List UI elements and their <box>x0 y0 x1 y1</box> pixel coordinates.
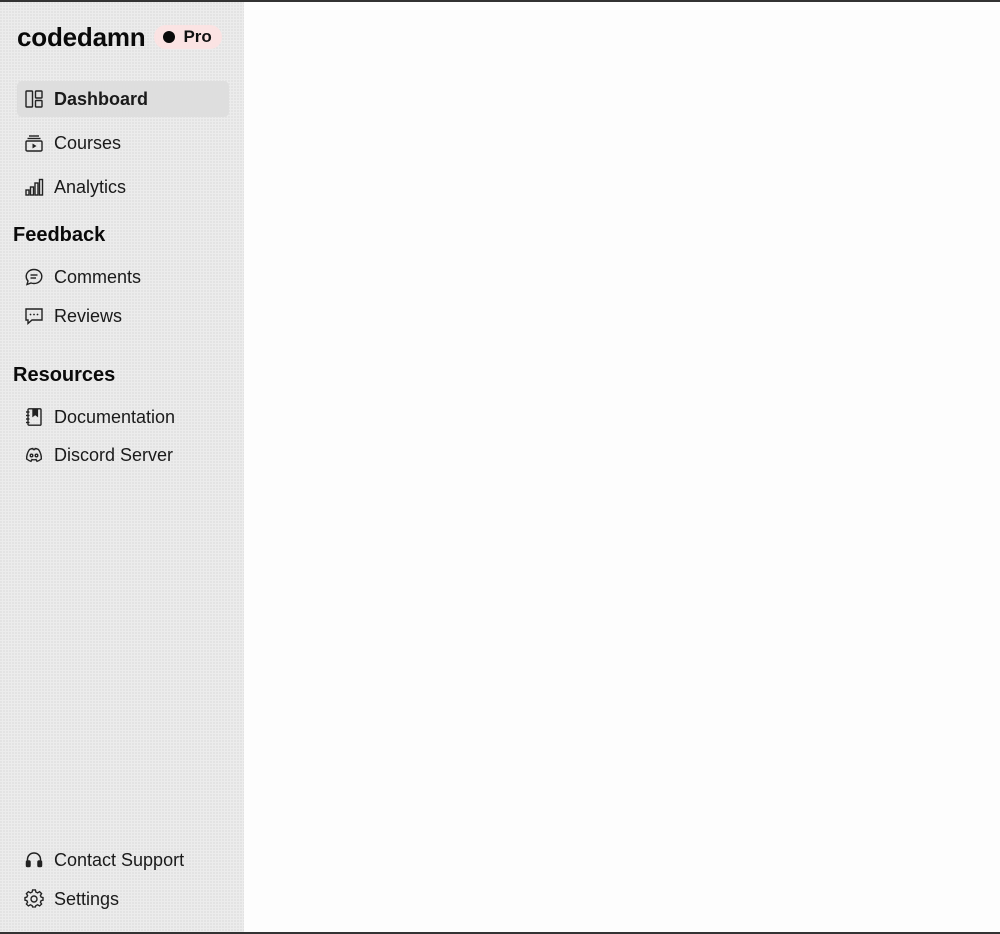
app-window: codedamn Pro Dashboard Courses Analytics… <box>0 0 1000 934</box>
sidebar-item-settings[interactable]: Settings <box>17 881 229 917</box>
sidebar-item-label: Courses <box>54 132 122 153</box>
analytics-icon <box>24 177 44 197</box>
main-content <box>244 2 1000 932</box>
sidebar-item-label: Dashboard <box>54 88 149 109</box>
sidebar-item-dashboard[interactable]: Dashboard <box>17 81 229 117</box>
sidebar-item-label: Documentation <box>54 406 176 427</box>
sidebar-item-label: Discord Server <box>54 444 174 465</box>
status-dot-icon <box>163 31 176 43</box>
sidebar-item-label: Reviews <box>54 305 123 326</box>
documentation-icon <box>24 407 44 427</box>
reviews-icon <box>24 306 44 326</box>
gear-icon <box>24 889 44 909</box>
brand: codedamn Pro <box>17 20 222 54</box>
pro-badge: Pro <box>154 25 222 49</box>
sidebar: codedamn Pro Dashboard Courses Analytics… <box>0 2 244 932</box>
sidebar-item-comments[interactable]: Comments <box>17 259 229 295</box>
sidebar-item-label: Comments <box>54 266 142 287</box>
brand-logo-text[interactable]: codedamn <box>17 22 146 53</box>
sidebar-item-label: Settings <box>54 888 120 909</box>
section-title-resources: Resources <box>13 364 116 386</box>
sidebar-item-reviews[interactable]: Reviews <box>17 298 229 334</box>
discord-icon <box>24 445 44 465</box>
sidebar-item-label: Analytics <box>54 176 127 197</box>
dashboard-icon <box>24 89 44 109</box>
sidebar-item-courses[interactable]: Courses <box>17 125 229 161</box>
comments-icon <box>24 267 44 287</box>
headset-icon <box>24 850 44 870</box>
sidebar-item-analytics[interactable]: Analytics <box>17 169 229 205</box>
sidebar-item-documentation[interactable]: Documentation <box>17 399 229 435</box>
sidebar-item-label: Contact Support <box>54 849 185 870</box>
courses-icon <box>24 133 44 153</box>
section-title-feedback: Feedback <box>13 224 106 246</box>
sidebar-item-contact-support[interactable]: Contact Support <box>17 842 229 878</box>
sidebar-item-discord[interactable]: Discord Server <box>17 437 229 473</box>
pro-badge-label: Pro <box>183 27 212 46</box>
